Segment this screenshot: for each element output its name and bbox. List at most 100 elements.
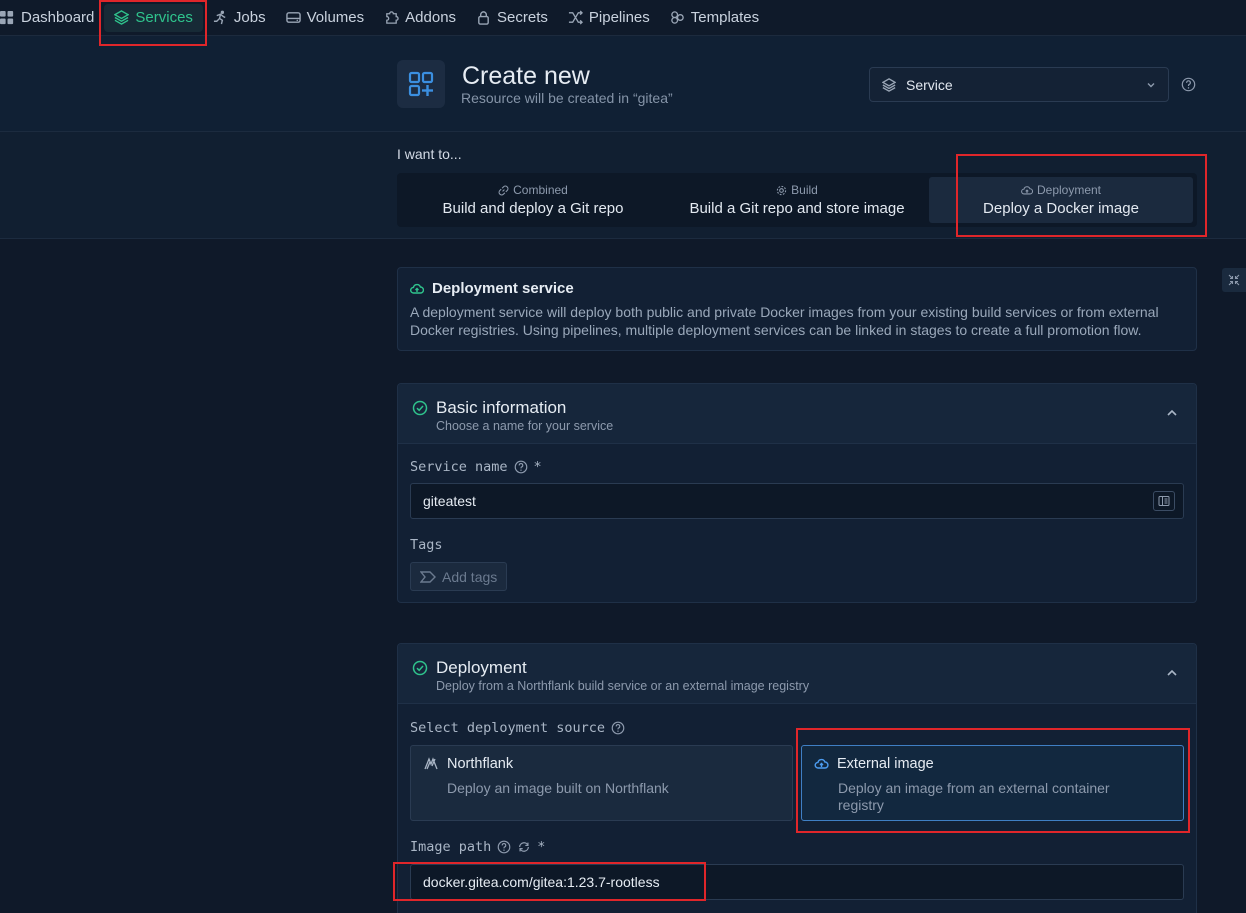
nav-dashboard-label: Dashboard [21,9,95,26]
chevron-up-icon[interactable] [1166,408,1178,418]
source-option-external-image[interactable]: External image Deploy an image from an e… [801,745,1184,821]
chevron-up-icon[interactable] [1166,668,1178,678]
create-new-icon [397,60,445,108]
resource-type-select[interactable]: Service [869,67,1169,102]
service-type-tabs: Combined Build and deploy a Git repo Bui… [397,173,1197,227]
tags-label: Tags [410,537,443,553]
layers-icon [114,10,130,25]
external-image-title: External image [837,756,934,772]
basic-information-header[interactable]: Basic information Choose a name for your… [398,384,1196,444]
collapse-panel-button[interactable] [1222,268,1246,292]
basic-information-subtitle: Choose a name for your service [436,419,614,433]
tab-deployment-kicker: Deployment [1021,183,1101,197]
tag-icon [420,570,436,583]
tab-combined-kicker-text: Combined [513,183,568,197]
tab-deployment[interactable]: Deployment Deploy a Docker image [929,177,1193,223]
image-path-input[interactable]: docker.gitea.com/gitea:1.23.7-rootless [410,864,1184,900]
help-icon[interactable] [514,460,528,474]
required-asterisk: * [533,459,542,475]
info-title-row: Deployment service [410,280,574,297]
service-name-label: Service name * [410,459,542,475]
nav-pipelines[interactable]: Pipelines [558,4,660,32]
external-image-title-row: External image [814,756,934,772]
help-icon[interactable] [1181,77,1196,92]
image-path-label: Image path * [410,839,545,855]
check-circle-icon [412,660,428,676]
tab-deployment-kicker-text: Deployment [1036,183,1102,197]
templates-icon [670,11,684,24]
puzzle-icon [386,11,399,24]
tab-deployment-label: Deploy a Docker image [983,200,1139,217]
layers-icon [882,77,896,92]
northflank-logo-icon [424,757,438,770]
northflank-description: Deploy an image built on Northflank [447,780,669,796]
link-icon [498,185,509,195]
nav-jobs[interactable]: Jobs [203,4,276,32]
nav-services[interactable]: Services [104,3,203,32]
info-title: Deployment service [432,280,574,297]
nav-addons[interactable]: Addons [374,4,466,32]
deployment-service-info: Deployment service A deployment service … [397,267,1197,351]
check-circle-icon [412,400,428,416]
deployment-source-label: Select deployment source [410,720,625,736]
nav-volumes-label: Volumes [306,9,365,26]
nav-addons-label: Addons [405,9,457,26]
tab-combined-kicker: Combined [498,183,568,197]
page-subtitle: Resource will be created in “gitea” [461,90,673,106]
add-tags-button[interactable]: Add tags [410,562,508,591]
help-icon[interactable] [497,840,511,854]
image-path-value: docker.gitea.com/gitea:1.23.7-rootless [423,874,660,890]
northflank-title: Northflank [447,756,514,772]
lock-icon [478,11,489,25]
drive-icon [285,12,301,23]
help-icon[interactable] [611,721,625,735]
nav-secrets[interactable]: Secrets [466,4,558,32]
add-tags-label: Add tags [442,568,498,585]
nav-volumes[interactable]: Volumes [276,4,375,32]
cloud-upload-icon [410,283,424,294]
runner-icon [213,10,226,25]
deployment-header[interactable]: Deployment Deploy from a Northflank buil… [398,644,1196,704]
tab-build-kicker-text: Build [791,183,818,197]
tab-combined-label: Build and deploy a Git repo [442,200,624,217]
required-asterisk: * [537,839,546,855]
page-title: Create new [462,62,590,90]
tab-combined[interactable]: Combined Build and deploy a Git repo [401,177,665,223]
deployment-section: Deployment Deploy from a Northflank buil… [397,643,1197,913]
deployment-title: Deployment [436,658,527,677]
external-image-description: Deploy an image from an external contain… [838,780,1110,813]
refresh-icon[interactable] [517,840,531,854]
nav-secrets-label: Secrets [497,9,548,26]
nav-templates-label: Templates [690,9,760,26]
service-name-label-text: Service name [410,459,508,475]
nav-templates[interactable]: Templates [660,4,769,32]
resource-type-value: Service [906,76,953,93]
tab-build-label: Build a Git repo and store image [689,200,905,217]
generate-name-button[interactable] [1153,491,1175,511]
basic-information-title: Basic information [436,398,567,417]
page-header: Create new Resource will be created in “… [0,36,1246,132]
collapse-icon [1228,274,1240,286]
cloud-upload-icon [814,758,829,769]
top-nav: Dashboard Services Jobs Volumes Addons S… [0,0,1246,36]
shuffle-icon [568,10,583,25]
deployment-subtitle: Deploy from a Northflank build service o… [436,679,810,693]
want-section: I want to... Combined Build and deploy a… [0,132,1246,239]
service-name-value: giteatest [423,493,476,509]
image-path-label-text: Image path [410,839,492,855]
service-name-input[interactable]: giteatest [410,483,1184,519]
cloud-upload-icon [1021,185,1033,194]
nav-services-label: Services [135,9,193,26]
basic-information-section: Basic information Choose a name for your… [397,383,1197,603]
tab-build[interactable]: Build Build a Git repo and store image [665,177,929,223]
id-card-icon [1158,496,1170,506]
source-option-northflank[interactable]: Northflank Deploy an image built on Nort… [410,745,793,821]
chevron-down-icon [1147,83,1155,88]
deployment-source-label-text: Select deployment source [410,720,606,736]
nav-pipelines-label: Pipelines [588,9,650,26]
nav-dashboard[interactable]: Dashboard [0,4,104,32]
gear-icon [776,185,787,195]
tab-build-kicker: Build [776,183,818,197]
nav-jobs-label: Jobs [233,9,266,26]
want-label: I want to... [397,146,462,162]
